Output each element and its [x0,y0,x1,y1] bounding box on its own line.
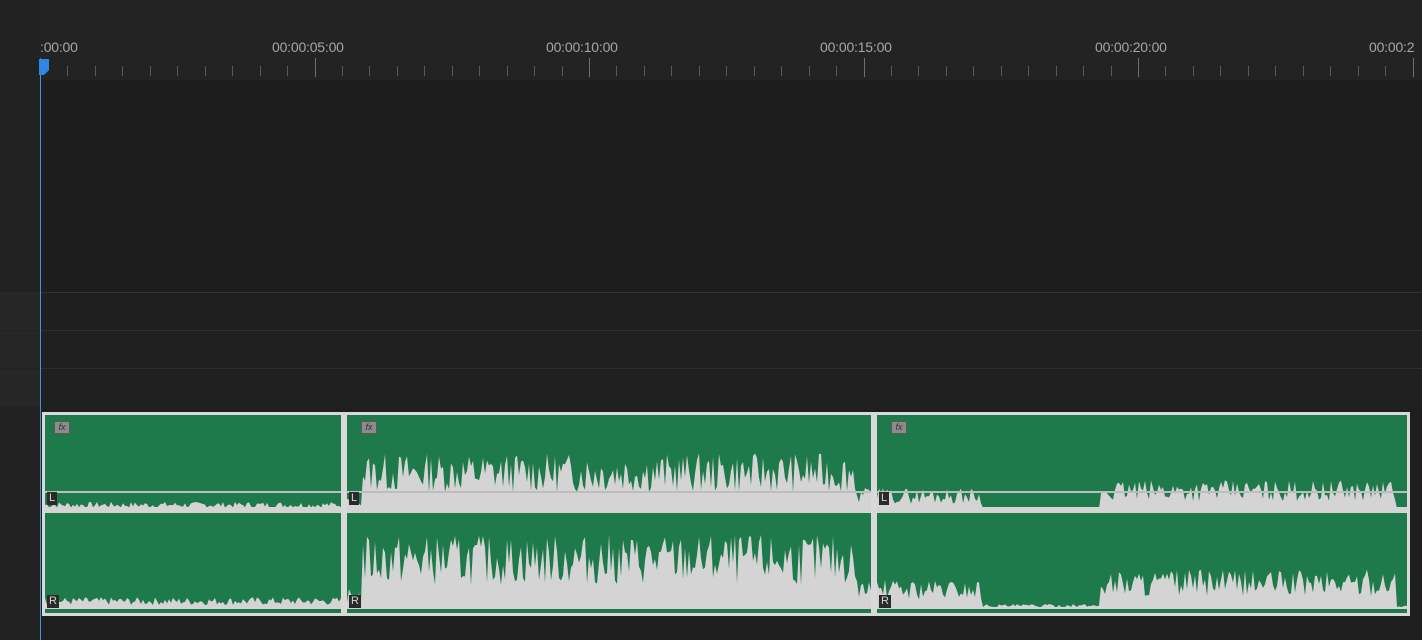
time-ruler[interactable]: :00:00 00:00:05:00 00:00:10:00 00:00:15:… [40,0,1422,80]
ruler-minor-tick [95,66,96,76]
waveform-channel [877,480,1407,511]
track-header-column [0,0,40,640]
ruler-label-5s: 00:00:05:00 [272,39,344,55]
ruler-minor-tick [836,66,837,76]
channel-right-label: R [47,595,59,608]
ruler-major-tick [1138,58,1139,77]
ruler-minor-tick [1193,66,1194,76]
ruler-minor-tick [781,66,782,76]
ruler-minor-tick [726,66,727,76]
channel-baseline [45,507,341,513]
ruler-minor-tick [287,66,288,76]
channel-divider [347,491,871,493]
ruler-minor-tick [1001,66,1002,76]
ruler-minor-tick [1220,66,1221,76]
ruler-minor-tick [534,66,535,76]
ruler-major-tick [864,58,865,77]
ruler-minor-tick [260,66,261,76]
waveform-channel [347,453,871,511]
ruler-minor-tick [1083,66,1084,76]
fx-badge-icon[interactable]: fx [361,421,377,434]
ruler-minor-tick [342,66,343,76]
ruler-minor-tick [479,66,480,76]
ruler-label-20s: 00:00:20:00 [1095,39,1167,55]
track-header-a1[interactable] [0,331,40,368]
ruler-minor-tick [918,66,919,76]
ruler-minor-tick [1275,66,1276,76]
ruler-label-0: :00:00 [40,39,78,55]
waveform-clip-1 [45,491,341,609]
track-header-a2[interactable] [0,369,40,407]
waveform-channel [45,597,341,609]
ruler-minor-tick [1385,66,1386,76]
ruler-minor-tick [177,66,178,76]
ruler-minor-tick [809,66,810,76]
ruler-minor-tick [205,66,206,76]
ruler-minor-tick [1358,66,1359,76]
ruler-minor-tick [1330,66,1331,76]
channel-divider [45,491,341,493]
waveform-channel [347,534,871,609]
fx-badge-icon[interactable]: fx [891,421,907,434]
ruler-minor-tick [644,66,645,76]
video-track-v1[interactable] [40,80,1422,292]
channel-left-label: L [47,492,58,505]
video-track-v2[interactable] [40,292,1422,331]
channel-left-label: L [879,492,890,505]
timeline-panel: :00:00 00:00:05:00 00:00:10:00 00:00:15:… [0,0,1422,640]
ruler-major-tick [315,58,316,77]
ruler-major-tick [589,58,590,77]
ruler-minor-tick [891,66,892,76]
waveform-clip-2 [347,453,871,609]
ruler-minor-tick [616,66,617,76]
audio-track-empty-2[interactable] [40,368,1422,409]
ruler-label-15s: 00:00:15:00 [820,39,892,55]
channel-left-label: L [349,492,360,505]
ruler-minor-tick [1028,66,1029,76]
channel-right-label: R [879,595,891,608]
waveform-clip-3 [877,480,1407,609]
waveform-channel [877,569,1407,609]
ruler-minor-tick [397,66,398,76]
ruler-minor-tick [150,66,151,76]
ruler-minor-tick [507,66,508,76]
ruler-minor-tick [1303,66,1304,76]
ruler-minor-tick [1165,66,1166,76]
ruler-minor-tick [671,66,672,76]
audio-track-empty-1[interactable] [40,330,1422,369]
playhead-line[interactable] [40,70,41,640]
ruler-minor-tick [452,66,453,76]
ruler-minor-tick [699,66,700,76]
channel-baseline [347,507,871,513]
ruler-minor-tick [424,66,425,76]
channel-divider [877,491,1407,493]
ruler-minor-tick [973,66,974,76]
channel-right-label: R [349,595,361,608]
audio-clip-1[interactable]: fx L R [42,412,344,616]
ruler-major-tick [1413,58,1414,77]
ruler-label-25s: 00:00:2 [1369,39,1415,55]
ruler-minor-tick [562,66,563,76]
ruler-minor-tick [232,66,233,76]
ruler-label-10s: 00:00:10:00 [546,39,618,55]
track-header-v1[interactable] [0,292,40,330]
ruler-minor-tick [946,66,947,76]
audio-clip-2[interactable]: fx L R [344,412,874,616]
audio-clip-3[interactable]: fx L R [874,412,1410,616]
ruler-minor-tick [67,66,68,76]
ruler-minor-tick [122,66,123,76]
fx-badge-icon[interactable]: fx [54,421,70,434]
ruler-minor-tick [1056,66,1057,76]
ruler-minor-tick [369,66,370,76]
ruler-minor-tick [1248,66,1249,76]
channel-baseline [877,507,1407,513]
ruler-minor-tick [1111,66,1112,76]
ruler-minor-tick [754,66,755,76]
